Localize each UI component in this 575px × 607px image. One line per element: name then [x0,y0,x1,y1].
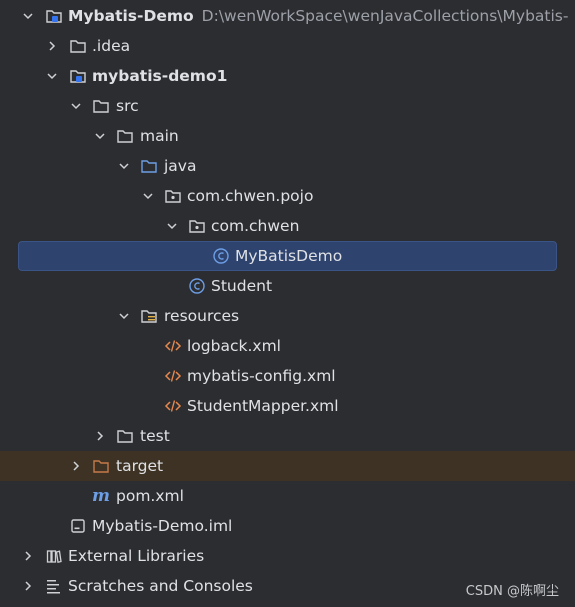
chevron-down-icon[interactable] [165,211,179,241]
tree-item-file-iml[interactable]: Mybatis-Demo.iml [0,511,575,541]
project-name-text: Mybatis-Demo [68,7,194,25]
xml-file-icon [164,367,182,385]
xml-file-icon [164,397,182,415]
chevron-down-icon[interactable] [117,301,131,331]
tree-item-label: Student [211,277,273,295]
tree-item-class-student[interactable]: Student [0,271,575,301]
tree-item-file-student-mapper[interactable]: StudentMapper.xml [0,391,575,421]
tree-item-label: test [140,427,170,445]
tree-item-external-libraries[interactable]: External Libraries [0,541,575,571]
xml-file-icon [164,337,182,355]
tree-item-label: pom.xml [116,487,184,505]
tree-item-label: mybatis-demo1 [92,67,228,85]
tree-item-module[interactable]: mybatis-demo1 [0,61,575,91]
class-icon [212,247,230,265]
project-name: Mybatis-Demo D:\wenWorkSpace\wenJavaColle… [68,7,568,25]
tree-item-file-logback[interactable]: logback.xml [0,331,575,361]
maven-icon: m [92,486,110,506]
source-folder-icon [140,157,158,175]
class-icon [188,277,206,295]
tree-item-src[interactable]: src [0,91,575,121]
folder-icon [116,427,134,445]
tree-item-label: Mybatis-Demo.iml [92,517,233,535]
scratches-icon [45,577,63,595]
package-icon [188,217,206,235]
chevron-right-icon[interactable] [93,421,107,451]
chevron-down-icon[interactable] [93,121,107,151]
tree-item-label: java [164,157,197,175]
tree-item-package-chwen[interactable]: com.chwen [0,211,575,241]
chevron-down-icon[interactable] [21,1,35,31]
tree-item-label: logback.xml [187,337,281,355]
tree-item-label: MyBatisDemo [235,247,343,265]
chevron-right-icon[interactable] [21,571,35,601]
chevron-down-icon[interactable] [141,181,155,211]
tree-item-resources[interactable]: resources [0,301,575,331]
tree-item-package-pojo[interactable]: com.chwen.pojo [0,181,575,211]
tree-item-java[interactable]: java [0,151,575,181]
tree-item-label: Scratches and Consoles [68,577,253,595]
tree-item-label: com.chwen.pojo [187,187,314,205]
tree-item-label: .idea [92,37,131,55]
resources-folder-icon [140,307,158,325]
project-folder-icon [45,7,63,25]
tree-item-test[interactable]: test [0,421,575,451]
chevron-down-icon[interactable] [117,151,131,181]
watermark: CSDN @陈啊尘 [465,584,559,599]
chevron-down-icon[interactable] [69,91,83,121]
tree-item-mybatis-demo[interactable]: Mybatis-Demo D:\wenWorkSpace\wenJavaColle… [0,1,575,31]
tree-item-target[interactable]: target [0,451,575,481]
project-path: D:\wenWorkSpace\wenJavaCollections\Mybat… [201,7,569,25]
tree-item-label: StudentMapper.xml [187,397,339,415]
chevron-right-icon[interactable] [45,31,59,61]
tree-item-label: resources [164,307,240,325]
chevron-right-icon[interactable] [69,451,83,481]
tree-item-label: src [116,97,139,115]
tree-item-main[interactable]: main [0,121,575,151]
chevron-down-icon[interactable] [45,61,59,91]
tree-item-idea[interactable]: .idea [0,31,575,61]
tree-item-label: main [140,127,179,145]
package-icon [164,187,182,205]
tree-item-label: com.chwen [211,217,300,235]
library-icon [45,547,63,565]
module-folder-icon [69,67,87,85]
tree-item-file-pom[interactable]: m pom.xml [0,481,575,511]
folder-icon [92,97,110,115]
excluded-folder-icon [92,457,110,475]
tree-item-class-mybatisdemo[interactable]: MyBatisDemo [0,241,575,271]
chevron-right-icon[interactable] [21,541,35,571]
iml-file-icon [69,517,87,535]
tree-item-label: target [116,457,164,475]
folder-icon [116,127,134,145]
folder-icon [69,37,87,55]
tree-item-label: External Libraries [68,547,205,565]
tree-item-label: mybatis-config.xml [187,367,336,385]
tree-item-file-mybatis-config[interactable]: mybatis-config.xml [0,361,575,391]
